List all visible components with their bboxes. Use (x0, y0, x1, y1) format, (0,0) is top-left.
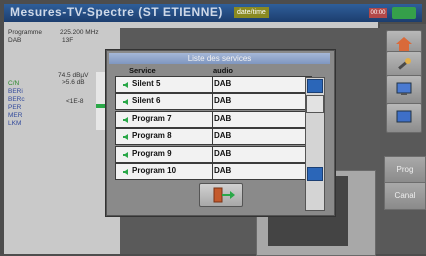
list-item[interactable]: Program 9 DAB (115, 146, 312, 163)
service-name: Program 7 (132, 114, 172, 123)
speaker-icon (123, 82, 128, 88)
scroll-down-button[interactable] (307, 167, 323, 181)
speaker-icon (123, 117, 128, 123)
column-divider (212, 129, 213, 144)
audio-type: DAB (214, 166, 232, 175)
prog-button[interactable]: Prog (384, 156, 426, 184)
lkm-label: LKM (8, 120, 22, 127)
title-bar: Mesures-TV-Spectre (ST ETIENNE) date/tim… (4, 4, 422, 22)
speaker-icon (123, 152, 128, 158)
list-item[interactable]: Program 8 DAB (115, 128, 312, 145)
program-label: Programme (8, 29, 42, 36)
tv-button[interactable] (386, 103, 422, 133)
exit-button[interactable] (199, 183, 243, 207)
window-title: Mesures-TV-Spectre (ST ETIENNE) (10, 5, 223, 19)
canal-button[interactable]: Canal (384, 182, 426, 210)
column-divider (212, 164, 213, 179)
column-divider (212, 94, 213, 109)
column-divider (212, 112, 213, 127)
beri-label: BERi (8, 88, 23, 95)
monitor-icon (396, 82, 412, 95)
service-name: Program 8 (132, 131, 172, 140)
audio-type: DAB (214, 149, 232, 158)
level-bar (96, 104, 106, 108)
service-name: Silent 6 (132, 96, 161, 105)
alarm-badge: 00:00 (369, 8, 387, 18)
program-value: 225.200 MHz (60, 29, 99, 36)
speaker-icon (123, 99, 128, 105)
list-item[interactable]: Silent 6 DAB (115, 93, 312, 110)
audio-type: DAB (214, 131, 232, 140)
date-badge: date/time (234, 7, 269, 18)
per-label: PER (8, 104, 22, 111)
dab-value: 13F (62, 37, 74, 44)
audio-type: DAB (214, 96, 232, 105)
audio-type: DAB (214, 114, 232, 123)
column-header-service: Service (129, 66, 156, 75)
battery-icon (392, 7, 416, 19)
tv-icon (396, 110, 412, 123)
service-list-dialog: Liste des services Service audio Silent … (106, 50, 335, 216)
service-name: Program 9 (132, 149, 172, 158)
speaker-icon (123, 134, 128, 140)
speaker-icon (123, 169, 128, 175)
column-divider (212, 77, 213, 92)
scroll-up-button[interactable] (307, 79, 323, 93)
home-icon (396, 37, 412, 51)
scroll-thumb[interactable] (306, 95, 324, 113)
list-item[interactable]: Silent 5 DAB (115, 76, 312, 93)
berc-value: <1E-8 (66, 98, 84, 105)
list-item[interactable]: Program 7 DAB (115, 111, 312, 128)
level-value: 74.5 dBµV (58, 72, 89, 79)
list-item[interactable]: Program 10 DAB (115, 163, 312, 180)
berc-label: BERc (8, 96, 25, 103)
wrench-icon (398, 58, 411, 70)
service-name: Program 10 (132, 166, 177, 175)
cn-label: C/N (8, 80, 20, 87)
exit-door-icon (213, 187, 235, 203)
dialog-title: Liste des services (109, 53, 330, 64)
audio-type: DAB (214, 79, 232, 88)
service-name: Silent 5 (132, 79, 161, 88)
column-divider (212, 147, 213, 162)
screen-button[interactable] (386, 75, 422, 105)
column-header-audio: audio (213, 66, 233, 75)
dab-label: DAB (8, 37, 22, 44)
level-sub: >5.6 dB (62, 79, 85, 86)
mer-label: MER (8, 112, 23, 119)
